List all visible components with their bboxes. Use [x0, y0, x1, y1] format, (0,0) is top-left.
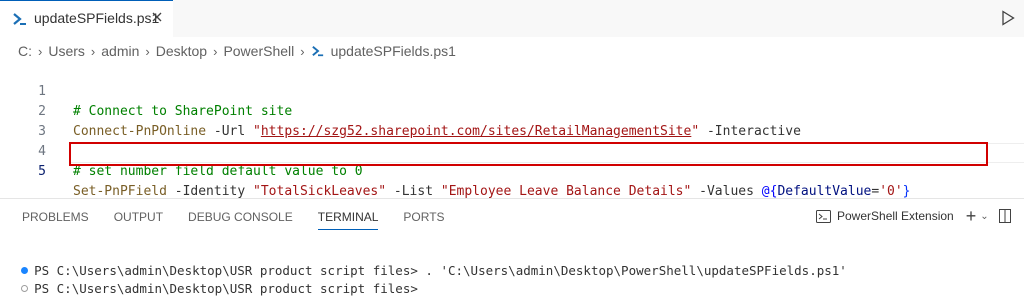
breadcrumb-item-drive[interactable]: C:	[18, 43, 32, 59]
terminal-icon	[816, 209, 831, 223]
tab-ports[interactable]: PORTS	[403, 209, 444, 229]
chevron-down-icon[interactable]: ⌄	[980, 211, 988, 222]
tab-terminal[interactable]: TERMINAL	[317, 209, 378, 230]
code-cmdlet: Set-PnPField	[73, 184, 167, 199]
close-icon[interactable]	[150, 10, 164, 24]
editor-tab-bar: updateSPFields.ps1	[0, 0, 1024, 37]
chevron-right-icon: ›	[145, 43, 150, 59]
breadcrumb-item-admin[interactable]: admin	[101, 43, 139, 59]
terminal-shell-label[interactable]: PowerShell Extension	[837, 209, 954, 223]
new-terminal-plus-icon[interactable]: +	[966, 207, 977, 225]
breadcrumb-item-desktop[interactable]: Desktop	[156, 43, 207, 59]
breadcrumb-item-users[interactable]: Users	[48, 43, 85, 59]
code-line-3[interactable]: 3	[0, 102, 1024, 139]
chevron-right-icon: ›	[213, 43, 218, 59]
breadcrumb: C: › Users › admin › Desktop › PowerShel…	[18, 40, 456, 62]
chevron-right-icon: ›	[300, 43, 305, 59]
code-key: DefaultValue	[777, 184, 872, 199]
run-icon[interactable]	[1001, 10, 1015, 26]
tab-filename: updateSPFields.ps1	[34, 10, 160, 26]
code-line-2[interactable]: 2 Connect-PnPOnline -Url "https://szg52.…	[0, 82, 1024, 139]
terminal-line-2[interactable]: PS C:\Users\admin\Desktop\USR product sc…	[6, 262, 418, 296]
code-string: '0'	[879, 184, 903, 199]
code-hashtable-open: @{	[761, 184, 778, 199]
split-terminal-icon[interactable]	[998, 209, 1011, 223]
panel-tabs: PROBLEMS OUTPUT DEBUG CONSOLE TERMINAL P…	[22, 209, 470, 230]
chevron-right-icon: ›	[38, 43, 43, 59]
line-number: 5	[38, 164, 46, 179]
code-parameter: -List	[386, 184, 441, 199]
code-line-1[interactable]: 1 # Connect to SharePoint site	[0, 62, 1024, 119]
code-string: "TotalSickLeaves"	[253, 184, 387, 199]
code-line-4[interactable]: 4 # set number field default value to 0	[0, 122, 1024, 179]
code-comment: # set number field default value to 0	[73, 164, 363, 179]
annotation-highlight-box	[69, 142, 988, 166]
editor-tab-updatespfields[interactable]: updateSPFields.ps1	[0, 0, 173, 37]
panel-actions: PowerShell Extension + ⌄	[816, 206, 1011, 226]
code-hashtable-close: }	[902, 184, 911, 199]
chevron-right-icon: ›	[90, 43, 96, 59]
terminal-prompt: PS C:\Users\admin\Desktop\USR product sc…	[34, 281, 418, 296]
tab-problems[interactable]: PROBLEMS	[22, 209, 89, 229]
code-editor[interactable]: 1 # Connect to SharePoint site 2 Connect…	[0, 62, 1024, 199]
command-status-dot	[21, 285, 29, 292]
code-string: "Employee Leave Balance Details"	[440, 184, 692, 199]
code-operator: =	[871, 184, 880, 199]
code-parameter: -Identity	[166, 184, 254, 199]
panel-divider	[0, 198, 1024, 199]
powershell-icon	[311, 45, 323, 57]
tab-debug-console[interactable]: DEBUG CONSOLE	[188, 209, 293, 229]
tab-output[interactable]: OUTPUT	[114, 209, 163, 229]
powershell-icon	[13, 13, 26, 25]
terminal-line-1[interactable]: PS C:\Users\admin\Desktop\USR product sc…	[6, 244, 847, 278]
code-parameter: -Values	[691, 184, 762, 199]
breadcrumb-item-powershell[interactable]: PowerShell	[223, 43, 294, 59]
breadcrumb-item-file[interactable]: updateSPFields.ps1	[331, 43, 456, 59]
